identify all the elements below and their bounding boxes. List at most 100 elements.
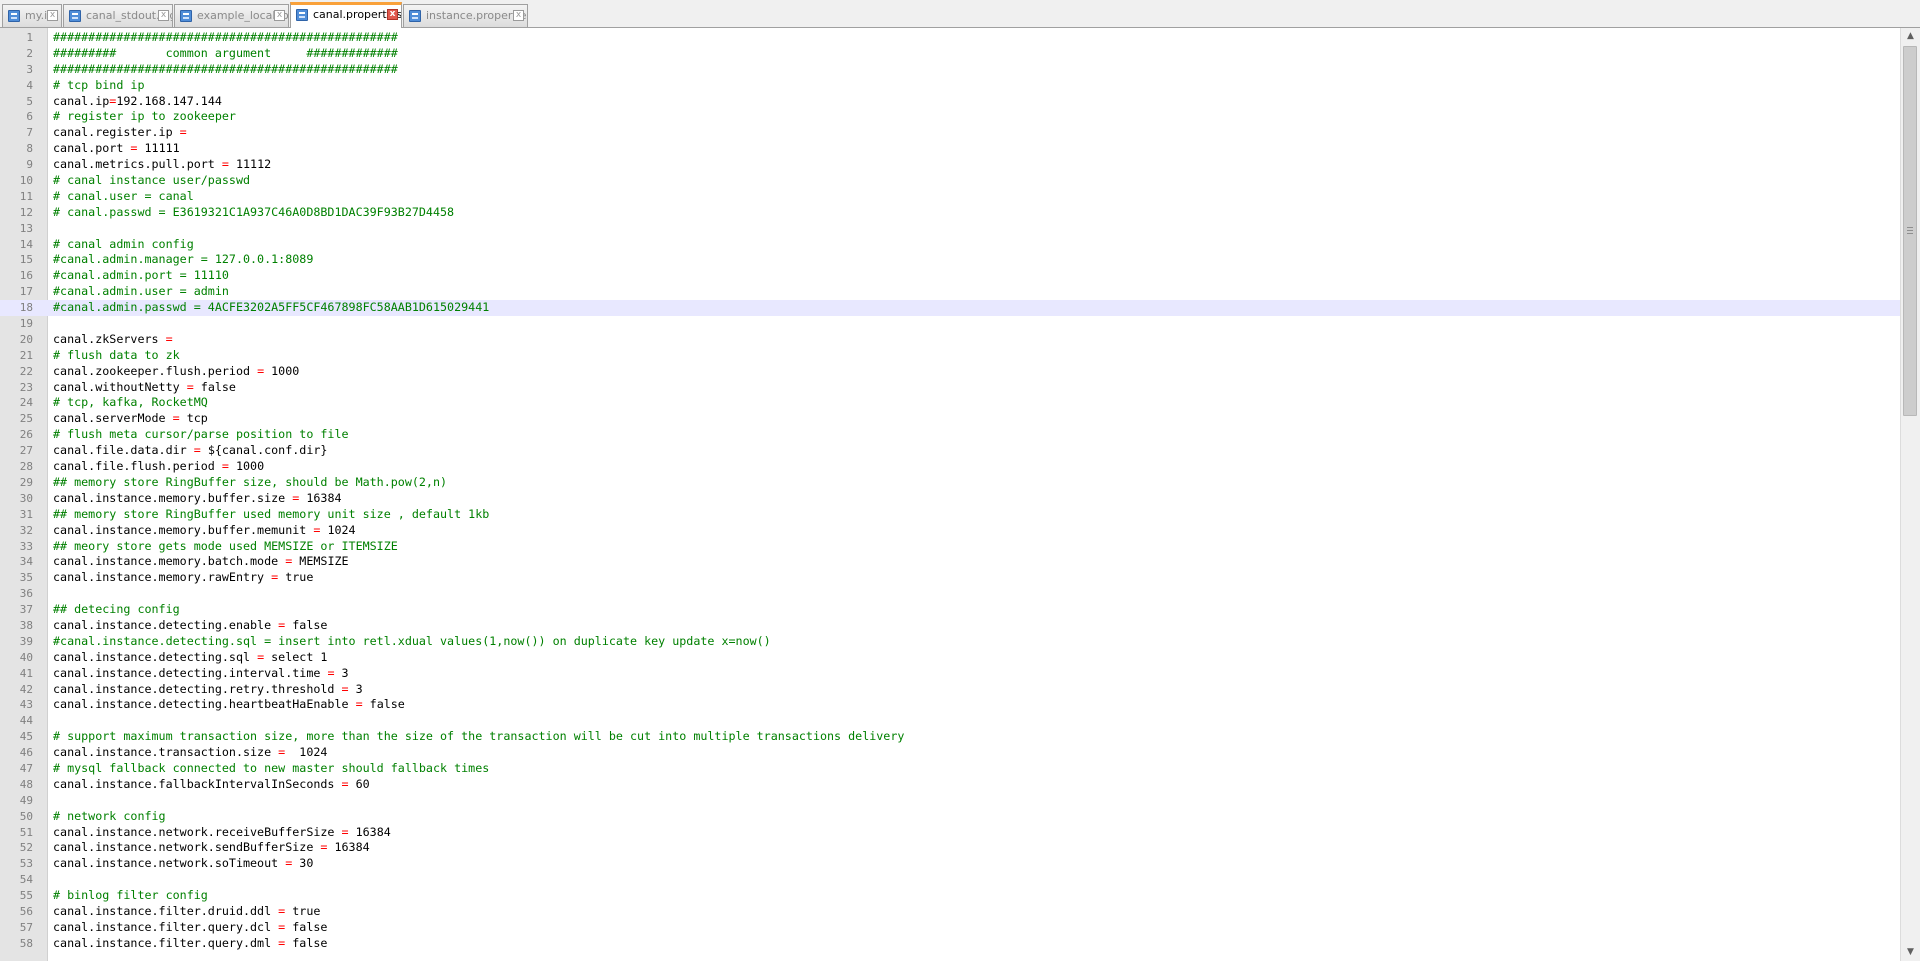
line-text: canal.instance.memory.buffer.size = 1638… [53, 490, 342, 505]
code-line[interactable]: 40 canal.instance.detecting.sql = select … [0, 650, 1900, 666]
code-line[interactable]: 44 [0, 713, 1900, 729]
code-line[interactable]: 5 canal.ip=192.168.147.144 [0, 94, 1900, 110]
line-text: canal.instance.filter.query.dml = false [53, 935, 328, 950]
code-line[interactable]: 41 canal.instance.detecting.interval.time… [0, 666, 1900, 682]
code-line[interactable]: 32 canal.instance.memory.buffer.memunit =… [0, 523, 1900, 539]
code-line[interactable]: 31 ## memory store RingBuffer used memory… [0, 507, 1900, 523]
code-line[interactable]: 57 canal.instance.filter.query.dcl = fals… [0, 920, 1900, 936]
code-line[interactable]: 3 #######################################… [0, 62, 1900, 78]
line-text: canal.ip=192.168.147.144 [53, 93, 222, 108]
close-icon[interactable]: x [513, 10, 524, 21]
tab-canal-stdout-log[interactable]: canal_stdout.log x [63, 4, 173, 27]
close-icon[interactable]: x [47, 10, 58, 21]
line-number: 24 [19, 396, 33, 410]
line-text: canal.instance.transaction.size = 1024 [53, 745, 328, 760]
code-line[interactable]: 56 canal.instance.filter.druid.ddl = true [0, 904, 1900, 920]
code-line[interactable]: 25 canal.serverMode = tcp [0, 411, 1900, 427]
scroll-down-arrow-icon[interactable]: ▼ [1901, 944, 1920, 961]
vertical-scrollbar[interactable]: ▲ ▼ [1900, 28, 1920, 961]
code-line[interactable]: 39 #canal.instance.detecting.sql = insert… [0, 634, 1900, 650]
line-text: ## memory store RingBuffer used memory u… [53, 506, 490, 521]
close-icon[interactable]: x [387, 9, 398, 20]
code-line[interactable]: 16 #canal.admin.port = 11110 [0, 268, 1900, 284]
code-line[interactable]: 46 canal.instance.transaction.size = 1024 [0, 745, 1900, 761]
line-number: 46 [19, 746, 33, 760]
code-line[interactable]: 38 canal.instance.detecting.enable = fals… [0, 618, 1900, 634]
code-line[interactable]: 18 #canal.admin.passwd = 4ACFE3202A5FF5CF… [0, 300, 1900, 317]
code-line[interactable]: 8 canal.port = 11111 [0, 141, 1900, 157]
code-line[interactable]: 43 canal.instance.detecting.heartbeatHaEn… [0, 697, 1900, 713]
line-number: 18 [19, 301, 33, 315]
document-icon [296, 9, 308, 21]
code-line[interactable]: 20 canal.zkServers = [0, 332, 1900, 348]
code-line[interactable]: 28 canal.file.flush.period = 1000 [0, 459, 1900, 475]
code-line[interactable]: 6 # register ip to zookeeper [0, 109, 1900, 125]
code-line[interactable]: 58 canal.instance.filter.query.dml = fals… [0, 936, 1900, 952]
line-text: # canal.user = canal [53, 188, 194, 203]
code-line[interactable]: 2 ######### common argument ############# [0, 46, 1900, 62]
code-line[interactable]: 34 canal.instance.memory.batch.mode = MEM… [0, 554, 1900, 570]
code-line[interactable]: 48 canal.instance.fallbackIntervalInSecon… [0, 777, 1900, 793]
grip-line [1907, 233, 1913, 234]
code-line[interactable]: 47 # mysql fallback connected to new mast… [0, 761, 1900, 777]
code-line[interactable]: 54 [0, 872, 1900, 888]
line-number: 53 [19, 857, 33, 871]
code-line[interactable]: 33 ## meory store gets mode used MEMSIZE … [0, 539, 1900, 555]
line-text: canal.instance.detecting.enable = false [53, 617, 328, 632]
line-number: 12 [19, 205, 33, 219]
tab-instance-properties[interactable]: instance.properties x [403, 4, 528, 27]
code-line[interactable]: 51 canal.instance.network.receiveBufferSi… [0, 825, 1900, 841]
tab-canal-properties[interactable]: canal.properties x [290, 2, 402, 28]
line-text: #canal.admin.user = admin [53, 284, 229, 299]
code-line[interactable]: 23 canal.withoutNetty = false [0, 380, 1900, 396]
line-number: 9 [26, 158, 33, 172]
code-line[interactable]: 11 # canal.user = canal [0, 189, 1900, 205]
code-editor[interactable]: 1 #######################################… [0, 28, 1900, 961]
code-line[interactable]: 17 #canal.admin.user = admin [0, 284, 1900, 300]
code-line[interactable]: 52 canal.instance.network.sendBufferSize … [0, 840, 1900, 856]
code-line[interactable]: 53 canal.instance.network.soTimeout = 30 [0, 856, 1900, 872]
code-line[interactable]: 10 # canal instance user/passwd [0, 173, 1900, 189]
code-line[interactable]: 35 canal.instance.memory.rawEntry = true [0, 570, 1900, 586]
line-number: 35 [19, 571, 33, 585]
code-line[interactable]: 1 #######################################… [0, 30, 1900, 46]
code-area[interactable]: 1 #######################################… [0, 30, 1900, 952]
line-text: # canal instance user/passwd [53, 173, 251, 188]
line-text: # tcp, kafka, RocketMQ [53, 395, 208, 410]
code-line[interactable]: 45 # support maximum transaction size, mo… [0, 729, 1900, 745]
tab-example-local-log[interactable]: example_local.log x [174, 4, 289, 27]
code-line[interactable]: 21 # flush data to zk [0, 348, 1900, 364]
code-line[interactable]: 50 # network config [0, 809, 1900, 825]
code-line[interactable]: 14 # canal admin config [0, 237, 1900, 253]
code-line[interactable]: 7 canal.register.ip = [0, 125, 1900, 141]
close-icon[interactable]: x [274, 10, 285, 21]
code-line[interactable]: 24 # tcp, kafka, RocketMQ [0, 395, 1900, 411]
code-line[interactable]: 26 # flush meta cursor/parse position to … [0, 427, 1900, 443]
code-line[interactable]: 4 # tcp bind ip [0, 78, 1900, 94]
tab-my-ini[interactable]: my.ini x [2, 4, 62, 27]
code-line[interactable]: 13 [0, 221, 1900, 237]
code-line[interactable]: 55 # binlog filter config [0, 888, 1900, 904]
code-line[interactable]: 30 canal.instance.memory.buffer.size = 16… [0, 491, 1900, 507]
code-line[interactable]: 22 canal.zookeeper.flush.period = 1000 [0, 364, 1900, 380]
line-number: 30 [19, 491, 33, 505]
code-line[interactable]: 29 ## memory store RingBuffer size, shoul… [0, 475, 1900, 491]
scroll-thumb[interactable] [1903, 46, 1917, 416]
line-number: 33 [19, 539, 33, 553]
grip-line [1907, 230, 1913, 231]
code-line[interactable]: 15 #canal.admin.manager = 127.0.0.1:8089 [0, 252, 1900, 268]
code-line[interactable]: 42 canal.instance.detecting.retry.thresho… [0, 682, 1900, 698]
line-number: 20 [19, 332, 33, 346]
code-line[interactable]: 9 canal.metrics.pull.port = 11112 [0, 157, 1900, 173]
code-line[interactable]: 37 ## detecing config [0, 602, 1900, 618]
code-line[interactable]: 49 [0, 793, 1900, 809]
line-number: 19 [19, 317, 33, 331]
code-line[interactable]: 19 [0, 316, 1900, 332]
line-number: 28 [19, 460, 33, 474]
code-line[interactable]: 12 # canal.passwd = E3619321C1A937C46A0D8… [0, 205, 1900, 221]
code-line[interactable]: 27 canal.file.data.dir = ${canal.conf.dir… [0, 443, 1900, 459]
scroll-up-arrow-icon[interactable]: ▲ [1901, 28, 1920, 45]
line-text: canal.serverMode = tcp [53, 411, 208, 426]
code-line[interactable]: 36 [0, 586, 1900, 602]
close-icon[interactable]: x [158, 10, 169, 21]
